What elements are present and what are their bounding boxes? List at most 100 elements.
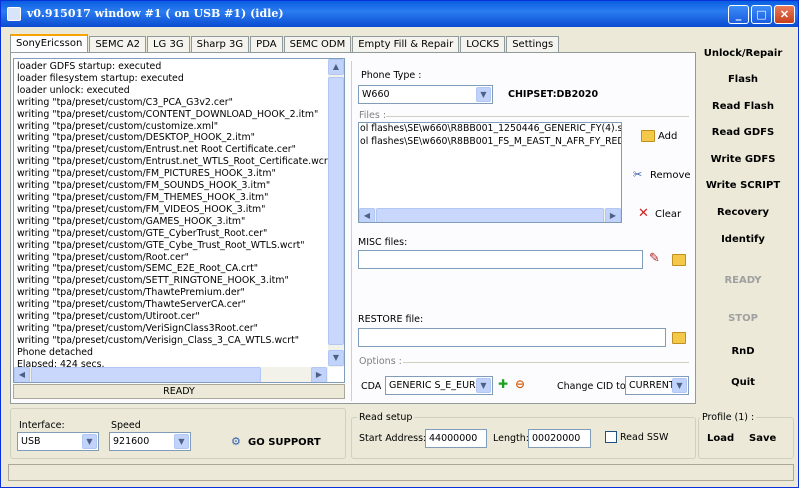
scroll-down-arrow-icon[interactable]: ▼ [328, 350, 344, 366]
status-ready: READY [13, 384, 345, 399]
restore-file-field[interactable] [358, 328, 666, 347]
log-line: writing "tpa/preset/custom/CONTENT_DOWNL… [17, 108, 319, 120]
add-cda-icon[interactable]: ✚ [498, 377, 508, 391]
scroll-thumb[interactable] [31, 367, 261, 382]
gear-icon: ⚙ [231, 435, 241, 448]
log-line: loader unlock: executed [17, 84, 130, 96]
cda-select[interactable]: GENERIC S_E_EURO ▼ [385, 376, 493, 395]
speed-select[interactable]: 921600 ▼ [109, 432, 191, 451]
log-output[interactable]: loader GDFS startup: executed loader file… [13, 58, 345, 383]
flash-button[interactable]: Flash [701, 68, 785, 92]
start-address-field[interactable]: 44000000 [425, 429, 487, 448]
read-gdfs-button[interactable]: Read GDFS [701, 121, 785, 145]
scroll-right-arrow-icon[interactable]: ▶ [605, 208, 621, 222]
length-field[interactable]: 00020000 [528, 429, 591, 448]
log-lines: loader GDFS startup: executed loader file… [17, 61, 329, 367]
log-line: writing "tpa/preset/custom/GAMES_HOOK_3.… [17, 215, 246, 227]
files-label: Files : [359, 110, 387, 121]
load-button[interactable]: Load [707, 433, 734, 444]
phone-type-select[interactable]: W660 ▼ [358, 85, 493, 104]
save-button[interactable]: Save [749, 433, 776, 444]
scroll-left-arrow-icon[interactable]: ◀ [359, 208, 375, 222]
list-item[interactable]: ol flashes\SE\w660\R8BB001_1250446_GENER… [359, 123, 621, 136]
log-line: writing "tpa/preset/custom/SEMC_E2E_Root… [17, 263, 259, 275]
options-label: Options : [359, 356, 402, 367]
close-button[interactable]: ✕ [774, 5, 795, 24]
tab-semc-a2[interactable]: SEMC A2 [89, 36, 146, 53]
pen-icon[interactable]: ✎ [649, 251, 660, 266]
change-cid-label: Change CID to [557, 381, 626, 392]
add-button[interactable]: Add [641, 130, 677, 142]
clear-button[interactable]: ✕ Clear [638, 207, 682, 220]
tab-empty-fill-repair[interactable]: Empty Fill & Repair [352, 36, 460, 53]
log-line: writing "tpa/preset/custom/ThawtePremium… [17, 287, 245, 299]
unlock-repair-button[interactable]: Unlock/Repair [701, 42, 785, 66]
scroll-up-arrow-icon[interactable]: ▲ [328, 59, 344, 75]
chevron-down-icon[interactable]: ▼ [82, 434, 97, 449]
scroll-left-arrow-icon[interactable]: ◀ [14, 367, 30, 382]
read-ssw-checkbox[interactable] [605, 431, 617, 443]
folder-icon [672, 332, 686, 344]
files-list[interactable]: ol flashes\SE\w660\R8BB001_1250446_GENER… [358, 122, 622, 223]
chevron-down-icon[interactable]: ▼ [476, 87, 491, 102]
misc-browse-folder-icon[interactable] [672, 254, 689, 266]
tab-settings[interactable]: Settings [506, 36, 560, 53]
tab-semc-odm[interactable]: SEMC ODM [283, 36, 352, 53]
scroll-right-arrow-icon[interactable]: ▶ [311, 367, 327, 382]
app-icon [7, 7, 21, 21]
read-setup-label: Read setup [357, 412, 415, 423]
phone-type-label: Phone Type : [361, 70, 422, 81]
stop-button[interactable]: STOP [701, 307, 785, 331]
log-line: writing "tpa/preset/custom/customize.xml… [17, 120, 219, 132]
go-support-button[interactable]: ⚙ GO SUPPORT [231, 435, 321, 449]
window-title: v0.915017 window #1 ( on USB #1) (idle) [27, 7, 284, 20]
minimize-button[interactable]: _ [728, 5, 749, 24]
cid-select[interactable]: CURRENT ▼ [625, 376, 689, 395]
chevron-down-icon[interactable]: ▼ [174, 434, 189, 449]
title-bar[interactable]: v0.915017 window #1 ( on USB #1) (idle) … [1, 1, 798, 27]
tab-lg-3g[interactable]: LG 3G [146, 36, 190, 53]
list-item[interactable]: ol flashes\SE\w660\R8BB001_FS_M_EAST_N_A… [359, 136, 621, 149]
chevron-down-icon[interactable]: ▼ [476, 378, 491, 393]
tab-sonyericsson[interactable]: SonyEricsson [10, 34, 89, 53]
log-line: Phone detached [17, 346, 93, 358]
folder-icon [672, 254, 686, 266]
status-bar [8, 464, 794, 481]
restore-browse-folder-icon[interactable] [672, 332, 689, 344]
write-script-button[interactable]: Write SCRIPT [701, 174, 785, 198]
scroll-thumb[interactable] [376, 208, 604, 222]
log-horizontal-scrollbar[interactable]: ◀ ▶ [14, 367, 328, 382]
files-horizontal-scrollbar[interactable]: ◀ ▶ [359, 208, 621, 222]
write-gdfs-button[interactable]: Write GDFS [701, 148, 785, 172]
remove-cda-icon[interactable]: ⊖ [515, 377, 525, 391]
read-flash-button[interactable]: Read Flash [701, 95, 785, 119]
scroll-thumb[interactable] [328, 77, 344, 345]
restore-file-label: RESTORE file: [358, 314, 424, 325]
identify-button[interactable]: Identify [701, 228, 785, 252]
log-vertical-scrollbar[interactable]: ▲ ▼ [328, 59, 344, 367]
maximize-button[interactable]: □ [751, 5, 772, 24]
misc-files-field[interactable] [358, 250, 643, 269]
log-line: writing "tpa/preset/custom/Entrust.net R… [17, 144, 296, 156]
interface-select[interactable]: USB ▼ [17, 432, 99, 451]
tab-pda[interactable]: PDA [250, 36, 283, 53]
add-label: Add [658, 131, 678, 142]
log-line: loader GDFS startup: executed [17, 61, 162, 72]
tab-strip: SonyEricsson SEMC A2 LG 3G Sharp 3G PDA … [10, 34, 560, 53]
tab-sharp-3g[interactable]: Sharp 3G [190, 36, 250, 53]
rnd-button[interactable]: RnD [701, 340, 785, 364]
log-line: Elapsed: 424 secs. [17, 358, 105, 367]
clear-label: Clear [655, 209, 682, 220]
log-line: writing "tpa/preset/custom/C3_PCA_G3v2.c… [17, 96, 233, 108]
remove-button[interactable]: ✂ Remove [633, 169, 691, 182]
interface-value: USB [21, 436, 41, 447]
log-line: writing "tpa/preset/custom/FM_THEMES_HOO… [17, 191, 269, 203]
recovery-button[interactable]: Recovery [701, 201, 785, 225]
log-line: writing "tpa/preset/custom/DESKTOP_HOOK_… [17, 132, 255, 144]
tab-locks[interactable]: LOCKS [460, 36, 506, 53]
quit-button[interactable]: Quit [701, 371, 785, 395]
ready-button[interactable]: READY [701, 269, 785, 293]
speed-label: Speed [111, 420, 141, 431]
chevron-down-icon[interactable]: ▼ [672, 378, 687, 393]
log-line: writing "tpa/preset/custom/SETT_RINGTONE… [17, 275, 289, 287]
